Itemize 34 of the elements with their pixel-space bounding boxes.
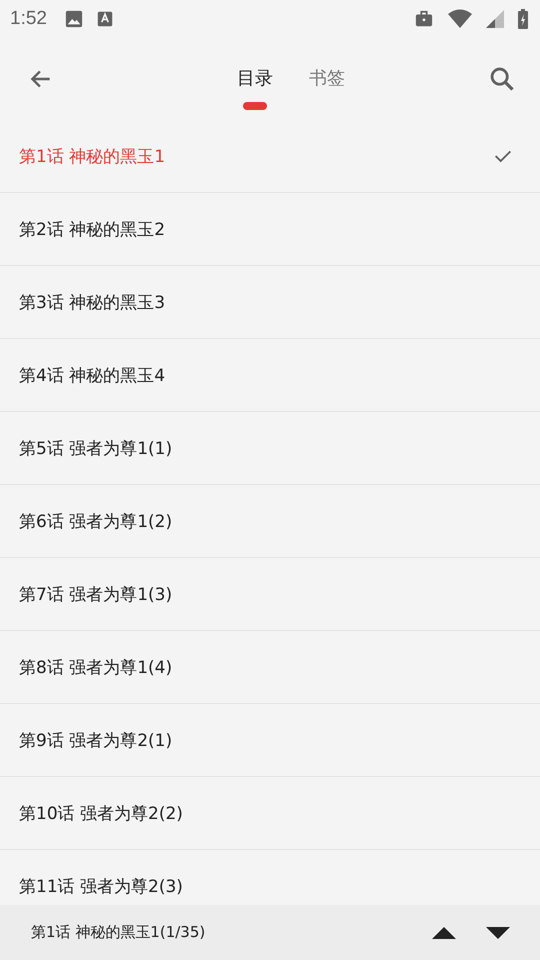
status-time: 1:52 — [10, 8, 47, 30]
chapter-title: 第11话 强者为尊2(3) — [19, 876, 183, 898]
chapter-title: 第2话 神秘的黑玉2 — [19, 218, 166, 240]
chapter-item[interactable]: 第8话 强者为尊1(4) — [0, 631, 540, 704]
chapter-title: 第3话 神秘的黑玉3 — [19, 292, 166, 314]
chapter-item[interactable]: 第9话 强者为尊2(1) — [0, 704, 540, 777]
down-triangle-icon[interactable] — [486, 926, 510, 938]
chapter-title: 第5话 强者为尊1(1) — [19, 438, 172, 460]
chapter-item[interactable]: 第5话 强者为尊1(1) — [0, 412, 540, 485]
chapter-item[interactable]: 第6话 强者为尊1(2) — [0, 485, 540, 558]
chapter-title: 第1话 神秘的黑玉1 — [19, 146, 166, 168]
image-icon — [64, 10, 83, 28]
chapter-title: 第10话 强者为尊2(2) — [19, 802, 183, 824]
tab[interactable]: 书签 — [309, 38, 345, 114]
search-icon[interactable] — [488, 65, 516, 93]
chapter-title: 第6话 强者为尊1(2) — [19, 510, 172, 532]
tab[interactable]: 目录 — [237, 38, 273, 114]
chapter-item[interactable]: 第2话 神秘的黑玉2 — [0, 193, 540, 266]
battery-icon — [518, 9, 528, 29]
chapter-item[interactable]: 第3话 神秘的黑玉3 — [0, 266, 540, 339]
briefcase-icon — [414, 10, 434, 28]
signal-icon — [486, 10, 504, 28]
chapter-title: 第8话 强者为尊1(4) — [19, 656, 172, 678]
chapter-title: 第4话 神秘的黑玉4 — [19, 364, 166, 386]
chapter-title: 第7话 强者为尊1(3) — [19, 584, 172, 606]
current-chapter: 第1话 神秘的黑玉1(1/35) — [31, 923, 206, 942]
chapter-item[interactable]: 第1话 神秘的黑玉1 — [0, 120, 540, 193]
font-icon — [96, 11, 113, 27]
chapter-item[interactable]: 第4话 神秘的黑玉4 — [0, 339, 540, 412]
wifi-icon — [448, 9, 472, 29]
chapter-title: 第9话 强者为尊2(1) — [19, 730, 172, 752]
chapter-item[interactable]: 第10话 强者为尊2(2) — [0, 777, 540, 850]
up-triangle-icon[interactable] — [432, 926, 456, 938]
chapter-item[interactable]: 第7话 强者为尊1(3) — [0, 558, 540, 631]
